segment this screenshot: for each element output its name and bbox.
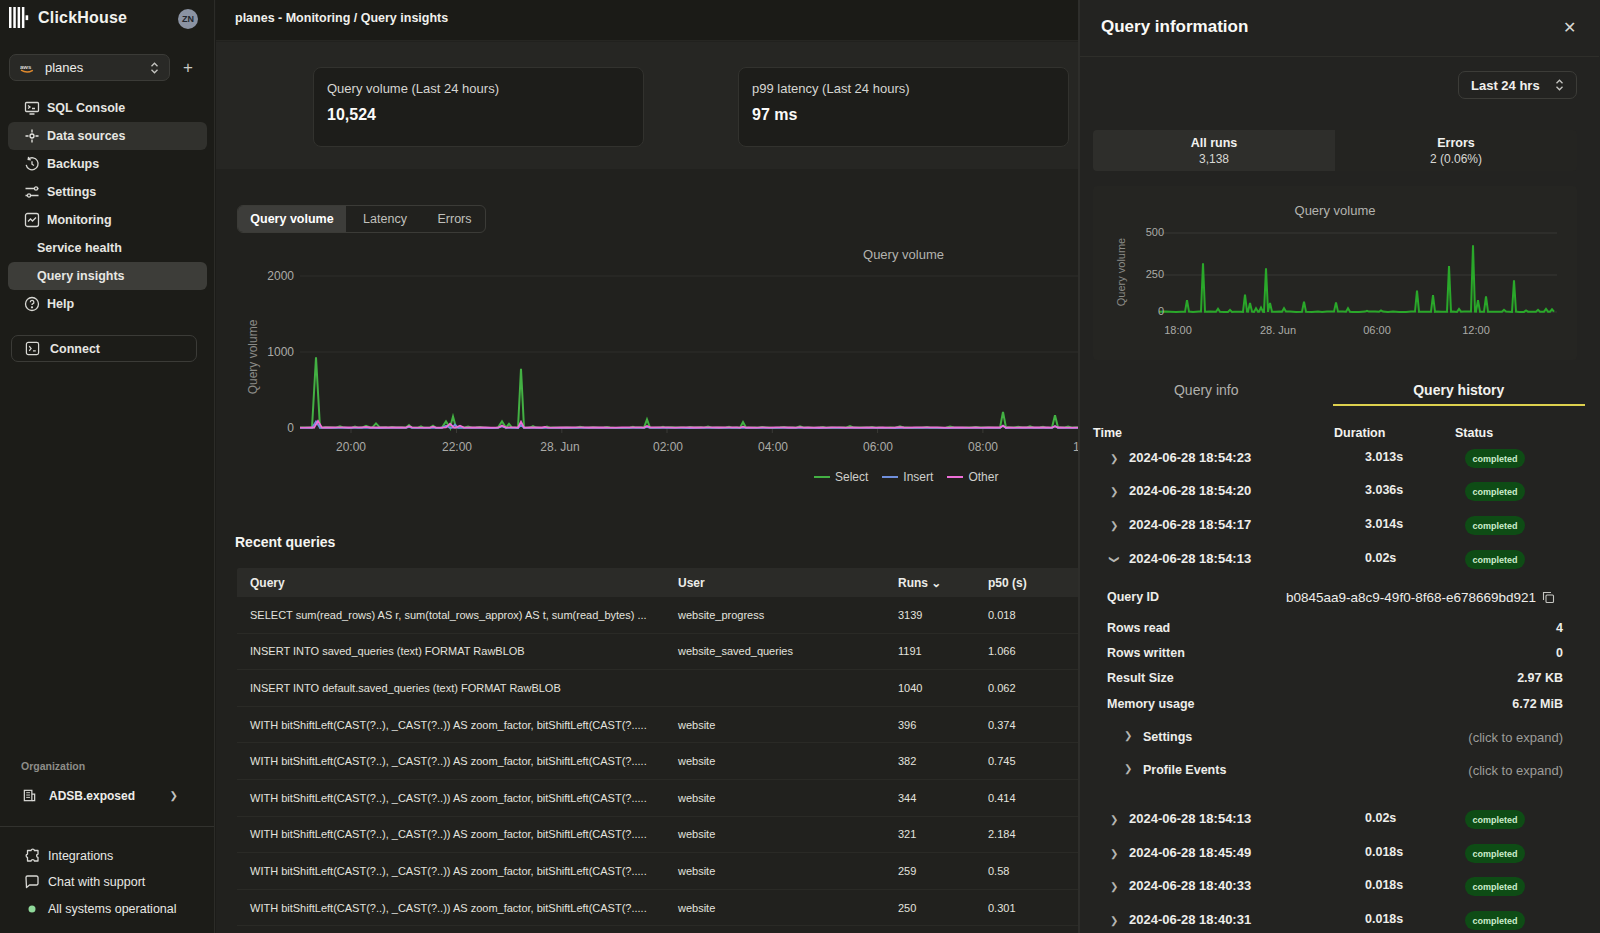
svg-text:aws: aws (20, 64, 32, 70)
